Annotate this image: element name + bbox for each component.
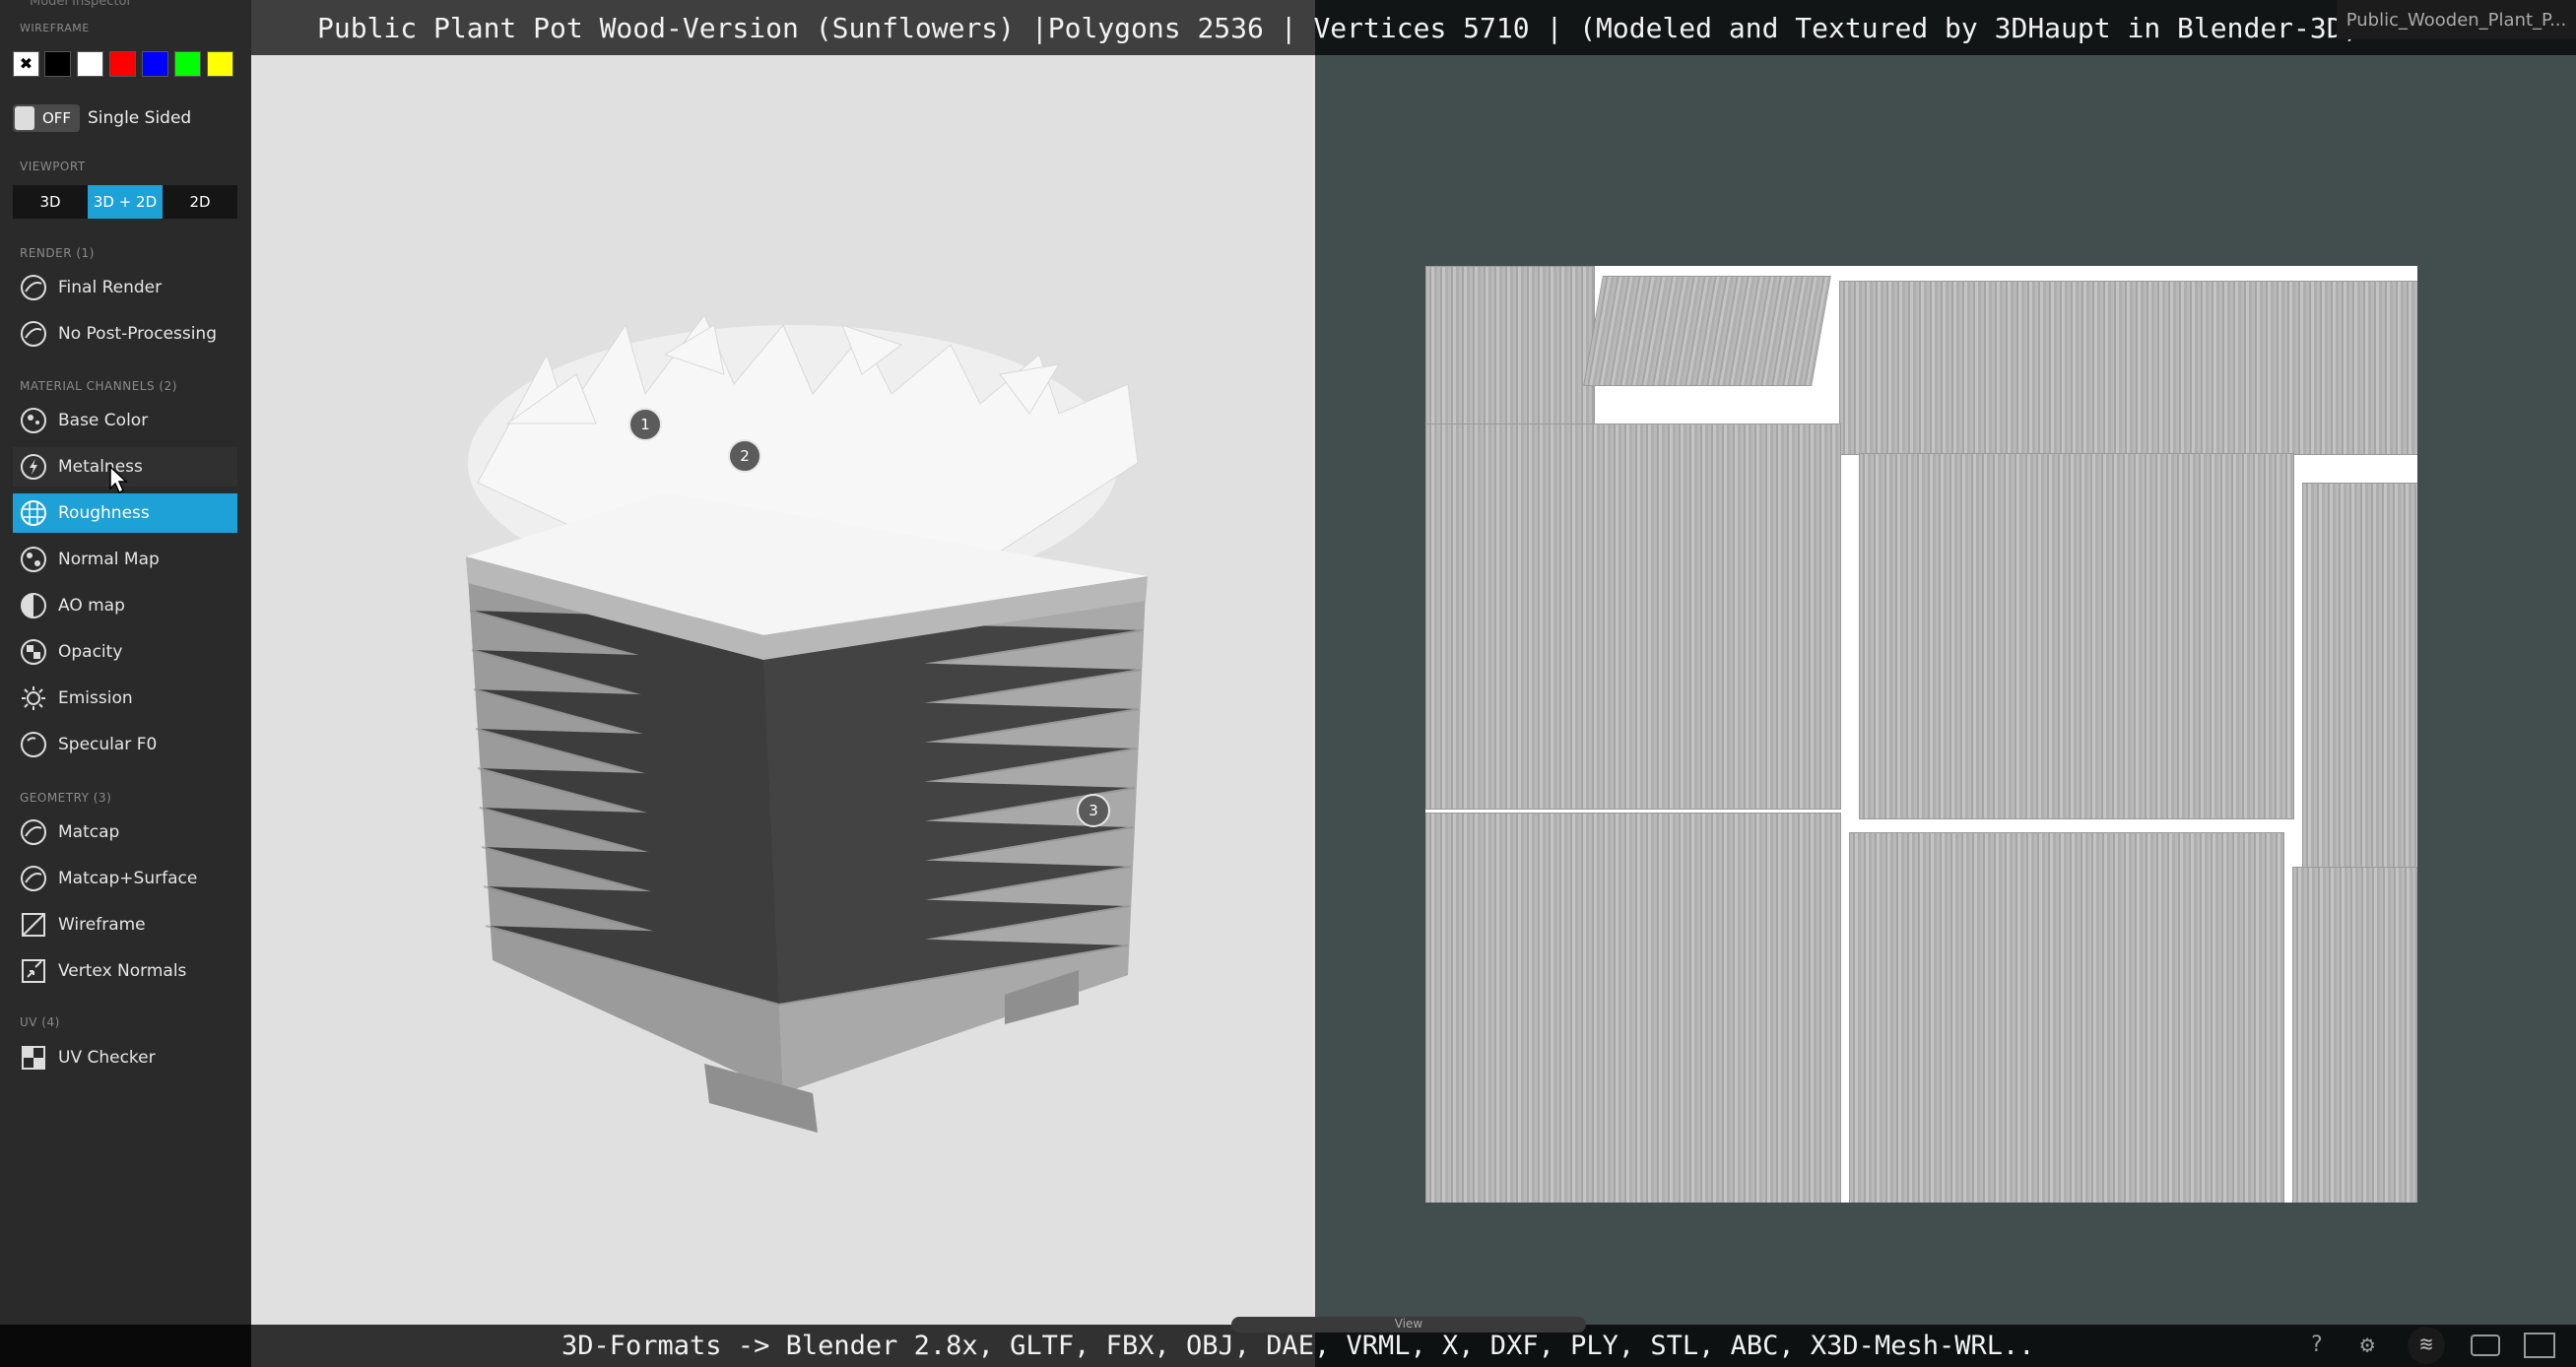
base-color-button[interactable]: Base Color	[13, 401, 237, 440]
wireframe-color-green[interactable]	[174, 51, 201, 77]
specular-f0-button[interactable]: Specular F0	[13, 725, 237, 764]
uv-island	[1859, 453, 2294, 819]
normal-map-label: Normal Map	[58, 550, 160, 569]
uv-island	[2302, 483, 2417, 869]
model-inspector-panel: Model Inspector WIREFRAME ✖ OFF Single S…	[0, 0, 251, 1367]
uv-island	[1583, 276, 1831, 386]
emission-label: Emission	[58, 688, 133, 708]
wireframe-color-red[interactable]	[109, 51, 136, 77]
model-file-name: Public_Wooden_Plant_P...	[2337, 0, 2576, 39]
matcap-surface-button[interactable]: Matcap+Surface	[13, 859, 237, 898]
no-post-processing-label: No Post-Processing	[58, 324, 218, 344]
vertex-normals-icon	[19, 956, 48, 986]
emission-button[interactable]: Emission	[13, 679, 237, 718]
opacity-label: Opacity	[58, 642, 123, 662]
normal-map-icon	[19, 545, 48, 574]
sphere-icon	[19, 319, 48, 349]
wireframe-label: Wireframe	[58, 915, 146, 935]
sun-icon	[19, 684, 48, 713]
wireframe-color-white[interactable]	[77, 51, 103, 77]
material-channels-section-label: MATERIAL CHANNELS (2)	[20, 379, 177, 393]
viewport-3d-button[interactable]: 3D	[13, 185, 88, 219]
specular-icon	[19, 730, 48, 759]
wireframe-color-blue[interactable]	[142, 51, 168, 77]
ao-map-button[interactable]: AO map	[13, 586, 237, 625]
toggle-knob	[15, 106, 34, 130]
mouse-pointer-icon	[109, 465, 128, 494]
no-post-processing-button[interactable]: No Post-Processing	[13, 314, 237, 354]
uv-island	[1849, 832, 2284, 1203]
viewport-section-label: VIEWPORT	[20, 160, 86, 173]
annotation-hotspot-2[interactable]: 2	[728, 439, 761, 473]
formats-bar: View 3D-Formats -> Blender 2.8x, GLTF, F…	[0, 1317, 2576, 1367]
annotation-hotspot-1[interactable]: 1	[628, 408, 662, 441]
palette-icon	[19, 406, 48, 435]
matcap-surface-label: Matcap+Surface	[58, 869, 198, 888]
half-sphere-icon	[19, 591, 48, 620]
viewport-2d-button[interactable]: 2D	[163, 185, 237, 219]
render-section-label: RENDER (1)	[20, 246, 95, 260]
uv-checker-label: UV Checker	[58, 1048, 156, 1068]
viewport-3d[interactable]: 1 2 3	[251, 0, 1315, 1367]
grid-sphere-icon	[19, 498, 48, 528]
wireframe-off-swatch[interactable]: ✖	[13, 51, 39, 77]
geometry-section-label: GEOMETRY (3)	[20, 791, 112, 805]
final-render-button[interactable]: Final Render	[13, 268, 237, 307]
matcap-button[interactable]: Matcap	[13, 813, 237, 852]
ao-map-label: AO map	[58, 596, 125, 616]
roughness-label: Roughness	[58, 503, 150, 523]
model-title-bar: Public Plant Pot Wood-Version (Sunflower…	[251, 0, 2576, 55]
metalness-label: Metalness	[58, 457, 143, 477]
uv-island	[1839, 281, 2417, 455]
final-render-label: Final Render	[58, 278, 163, 297]
specular-f0-label: Specular F0	[58, 735, 158, 754]
formats-text: 3D-Formats -> Blender 2.8x, GLTF, FBX, O…	[561, 1331, 2035, 1361]
vr-icon[interactable]	[2471, 1334, 2500, 1356]
base-color-label: Base Color	[58, 411, 149, 430]
toggle-state: OFF	[42, 109, 72, 127]
vertex-normals-label: Vertex Normals	[58, 961, 187, 981]
viewport-3d-2d-button[interactable]: 3D + 2D	[88, 185, 163, 219]
uv-island	[1425, 813, 1841, 1203]
uv-island	[1425, 423, 1841, 810]
model-title: Public Plant Pot Wood-Version (Sunflower…	[317, 11, 2360, 44]
single-sided-label: Single Sided	[88, 108, 192, 128]
layers-icon[interactable]: ≋	[2408, 1327, 2445, 1364]
uv-island	[2292, 867, 2417, 1203]
checker-sphere-icon	[19, 637, 48, 667]
panel-title: Model Inspector	[30, 0, 132, 9]
vertex-normals-button[interactable]: Vertex Normals	[13, 951, 237, 991]
uv-island	[1425, 266, 1595, 435]
sphere-icon	[19, 817, 48, 847]
wireframe-button[interactable]: Wireframe	[13, 905, 237, 944]
roughness-button[interactable]: Roughness	[13, 493, 237, 533]
wireframe-color-yellow[interactable]	[207, 51, 233, 77]
opacity-button[interactable]: Opacity	[13, 632, 237, 672]
single-sided-toggle[interactable]: OFF	[13, 104, 80, 132]
plant-pot-model	[466, 314, 1148, 1133]
wireframe-icon	[19, 910, 48, 940]
gear-icon[interactable]: ⚙	[2360, 1331, 2374, 1358]
matcap-label: Matcap	[58, 822, 120, 842]
help-icon[interactable]: ?	[2310, 1333, 2323, 1357]
wireframe-section-label: WIREFRAME	[20, 22, 90, 34]
wireframe-color-black[interactable]	[44, 51, 71, 77]
normal-map-button[interactable]: Normal Map	[13, 540, 237, 579]
fullscreen-icon[interactable]	[2524, 1333, 2555, 1358]
sphere-icon	[19, 864, 48, 893]
sphere-icon	[19, 273, 48, 302]
lightning-icon	[19, 452, 48, 482]
uv-section-label: UV (4)	[20, 1015, 60, 1029]
checker-icon	[19, 1043, 48, 1073]
annotation-hotspot-3[interactable]: 3	[1077, 794, 1110, 827]
uv-checker-button[interactable]: UV Checker	[13, 1038, 237, 1077]
uv-texture-map	[1425, 266, 2417, 1203]
